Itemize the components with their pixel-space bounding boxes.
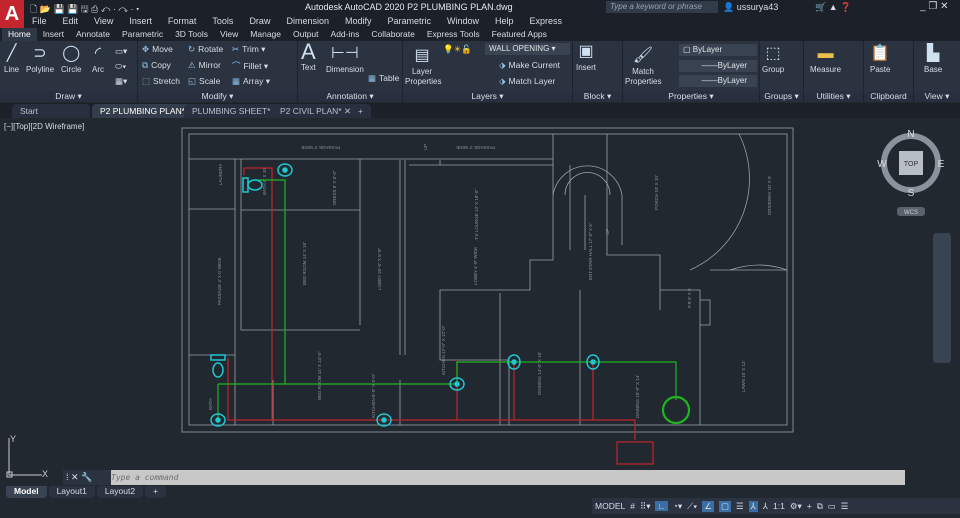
room-label: ENT.STAIR HALL 17'-0" X 8' xyxy=(588,223,593,280)
annotation-scale[interactable]: 1:1 xyxy=(773,501,785,511)
fullscreen-icon[interactable]: ▭ xyxy=(828,501,836,512)
snap-icon[interactable]: ⠿▾ xyxy=(640,501,651,512)
compass-e: E xyxy=(938,159,945,170)
isolate-icon[interactable]: ⧉ xyxy=(817,501,823,512)
room-label: DRESS 6' X 6'-0" xyxy=(332,170,337,205)
room-label: DINNING 10'-0" X 14' xyxy=(635,375,640,418)
grid-icon[interactable]: # xyxy=(630,501,635,511)
water-tank xyxy=(661,395,691,425)
room-label: KITCHEN 8'-0" X 6'-0" xyxy=(371,373,376,418)
status-bar: MODEL # ⠿▾ ∟ ◔▾ ⟋▾ ∠ ▢ ☰ ⅄ ⅄ 1:1 ⚙▾ + ⧉ … xyxy=(592,498,960,514)
compass-w: W xyxy=(877,159,887,170)
drain-pipes-red xyxy=(227,167,654,465)
room-label: KITCHEN 12'-0" X 12'-0" xyxy=(441,325,446,375)
lineweight-icon[interactable]: ☰ xyxy=(736,501,744,512)
room-label: P.R 6' X 6' xyxy=(687,287,692,308)
room-label: LOBBY 20'-0" X 6'-0" xyxy=(377,247,382,290)
room-label: UP xyxy=(423,144,428,150)
tab-layout1[interactable]: Layout1 xyxy=(48,486,95,498)
room-label: BED ROOM 14' X 16' xyxy=(302,242,307,285)
room-label: DINNING 14'-0" X 10' xyxy=(537,352,542,395)
navigation-bar[interactable] xyxy=(933,233,951,363)
command-line-controls[interactable]: ⁞ ✕ 🔧 xyxy=(63,470,111,485)
room-label: PASSAGE 4' X 0' WIDE xyxy=(217,257,222,305)
ucs-icon: Y X xyxy=(6,434,48,479)
add-layout-button[interactable]: + xyxy=(145,486,167,498)
viewcube-top: TOP xyxy=(904,161,919,168)
room-label: LOBBY 4'-0" WIDE xyxy=(473,247,478,285)
supply-pipes-green xyxy=(217,179,691,425)
compass-s: S xyxy=(908,188,915,199)
drawing-canvas[interactable]: PASSAGE 3' WIDE LAUNDRY BATH 6' X 10' DR… xyxy=(0,0,960,518)
room-label: BATH 6' X 10' xyxy=(262,167,267,195)
command-input[interactable]: Type a command xyxy=(63,470,905,485)
tab-model[interactable]: Model xyxy=(6,486,47,498)
isodraft-icon[interactable]: ⟋▾ xyxy=(687,501,697,512)
tab-layout2[interactable]: Layout2 xyxy=(96,486,144,498)
room-label: PORCH 10' X 10' xyxy=(654,175,659,210)
model-space-button[interactable]: MODEL xyxy=(595,501,625,511)
room-label: T.V LOUNGE 13' X 18'-0" xyxy=(474,189,479,240)
ortho-icon[interactable]: ∟ xyxy=(655,501,668,511)
wcs-menu: WCS xyxy=(904,210,918,216)
annotation-visibility-icon[interactable]: ⅄ xyxy=(748,500,758,512)
floor-plan-walls xyxy=(181,127,794,433)
polar-icon[interactable]: ◔▾ xyxy=(673,501,682,512)
room-label: DRIVEWAY 10' X 0' xyxy=(767,175,772,215)
ucs-x: X xyxy=(42,469,48,479)
layout-tabs: Model Layout1 Layout2 + xyxy=(0,486,167,498)
compass-n: N xyxy=(907,129,914,140)
room-label: LAUNDRY xyxy=(218,164,223,185)
room-label: PASSAGE 3' WIDE xyxy=(456,145,495,150)
gear-icon[interactable]: ⚙▾ xyxy=(790,501,802,512)
room-labels: PASSAGE 3' WIDE LAUNDRY BATH 6' X 10' DR… xyxy=(208,144,772,418)
plus-icon[interactable]: + xyxy=(807,501,812,511)
room-label: BED ROOM 14' X 14'-0" xyxy=(317,351,322,400)
osnap-tracking-icon[interactable]: ▢ xyxy=(718,500,731,512)
customize-menu-icon[interactable]: ☰ xyxy=(841,501,849,512)
auto-scale-icon[interactable]: ⅄ xyxy=(763,501,768,512)
room-label: LAWN 10' X 12' xyxy=(741,361,746,392)
ucs-y: Y xyxy=(10,434,16,444)
object-snap-icon[interactable]: ∠ xyxy=(702,500,714,512)
view-cube[interactable]: TOP N S E W WCS xyxy=(877,129,945,216)
room-label: BATH xyxy=(208,398,213,410)
room-label: UP xyxy=(605,229,610,235)
room-label: PASSAGE 3' WIDE xyxy=(301,145,340,150)
